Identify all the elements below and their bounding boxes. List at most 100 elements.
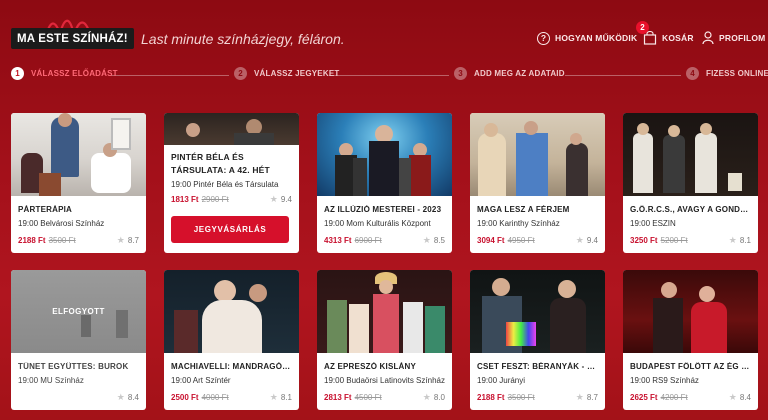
star-icon: ★ — [116, 235, 125, 245]
show-info: PÁRTERÁPIA 19:00 Belvárosi Színház 2188 … — [11, 196, 146, 246]
show-rating: ★ 8.0 — [423, 392, 445, 403]
site-header: MA ESTE SZÍNHÁZ! Last minute színházjegy… — [0, 0, 768, 62]
price-line: 2188 Ft 3500 Ft ★ 8.7 — [477, 392, 598, 403]
show-card[interactable]: MACHIAVELLI: MANDRAGÓRA 19:00 Art Színté… — [164, 270, 299, 410]
show-image — [470, 270, 605, 353]
show-title: MACHIAVELLI: MANDRAGÓRA — [171, 362, 292, 371]
show-info: AZ ILLÚZIÓ MESTEREI - 2023 19:00 Mom Kul… — [317, 196, 452, 246]
show-venue: 19:00 Art Színtér — [171, 376, 231, 385]
price-line: 3094 Ft 4950 Ft ★ 9.4 — [477, 235, 598, 246]
show-price: 2625 Ft — [630, 393, 658, 402]
show-info: MAGA LESZ A FÉRJEM 19:00 Karinthy Színhá… — [470, 196, 605, 246]
show-venue: 19:00 Jurányi — [477, 376, 526, 385]
show-image — [11, 113, 146, 196]
step-label: ADD MEG AZ ADATAID — [474, 69, 565, 78]
show-title: PÁRTERÁPIA — [18, 205, 73, 214]
show-title: BUDAPEST FÖLÖTT AZ ÉG - A MUSICAL — [630, 362, 751, 371]
show-card[interactable]: MAGA LESZ A FÉRJEM 19:00 Karinthy Színhá… — [470, 113, 605, 253]
star-icon: ★ — [422, 392, 431, 402]
show-price: 2188 Ft — [18, 236, 46, 245]
show-old-price: 4950 Ft — [507, 236, 535, 245]
checkout-steps: 1 VÁLASSZ ELŐADÁST 2 VÁLASSZ JEGYEKET 3 … — [0, 67, 768, 85]
buy-ticket-button[interactable]: JEGYVÁSÁRLÁS — [171, 216, 289, 243]
sold-out-label: ELFOGYOTT — [52, 307, 105, 316]
rating-value: 8.4 — [127, 393, 139, 402]
step-divider — [565, 75, 681, 76]
show-title: AZ ILLÚZIÓ MESTEREI - 2023 — [324, 205, 442, 214]
show-image — [623, 113, 758, 196]
show-old-price: 3500 Ft — [507, 393, 535, 402]
show-title: TÜNET EGYÜTTES: BUROK — [18, 362, 129, 371]
star-icon: ★ — [269, 194, 278, 204]
star-icon: ★ — [728, 392, 737, 402]
show-image — [470, 113, 605, 196]
show-venue: 19:00 Belvárosi Színház — [18, 219, 105, 228]
step-divider — [329, 75, 449, 76]
star-icon: ★ — [269, 392, 278, 402]
show-price: 2188 Ft — [477, 393, 505, 402]
step-1[interactable]: 1 VÁLASSZ ELŐADÁST — [11, 67, 118, 80]
show-old-price: 3500 Ft — [48, 236, 76, 245]
tagline: Last minute színházjegy, féláron. — [141, 31, 345, 47]
how-it-works-link[interactable]: ? HOGYAN MŰKÖDIK — [537, 28, 637, 48]
star-icon: ★ — [575, 235, 584, 245]
show-venue: 19:00 Mom Kulturális Központ — [324, 219, 431, 228]
show-card-sold-out[interactable]: ELFOGYOTT TÜNET EGYÜTTES: BUROK 19:00 MU… — [11, 270, 146, 410]
rating-value: 8.5 — [433, 236, 445, 245]
show-card[interactable]: AZ EPRESZÓ KISLÁNY 19:00 Budaörsi Latino… — [317, 270, 452, 410]
show-card-featured[interactable]: PINTÉR BÉLA ÉS TÁRSULATA: A 42. HÉT 19:0… — [164, 113, 299, 253]
price-line: ★ 8.4 — [18, 392, 139, 403]
show-image — [317, 270, 452, 353]
how-it-works-label: HOGYAN MŰKÖDIK — [555, 33, 638, 43]
show-venue: 19:00 Pintér Béla és Társulata — [171, 180, 279, 189]
show-card[interactable]: BUDAPEST FÖLÖTT AZ ÉG - A MUSICAL 19:00 … — [623, 270, 758, 410]
show-image — [164, 270, 299, 353]
show-price: 1813 Ft — [171, 195, 199, 204]
show-card[interactable]: G.Ö.R.C.S., AVAGY A GONDVISELÉS 19:00 ES… — [623, 113, 758, 253]
cart-link[interactable]: 2 KOSÁR — [636, 21, 694, 48]
rating-value: 9.4 — [280, 195, 292, 204]
show-price: 2500 Ft — [171, 393, 199, 402]
step-label: VÁLASSZ JEGYEKET — [254, 69, 340, 78]
rating-value: 8.1 — [739, 236, 751, 245]
cart-label: KOSÁR — [662, 33, 694, 43]
show-old-price: 5200 Ft — [660, 236, 688, 245]
step-3: 3 ADD MEG AZ ADATAID — [454, 67, 565, 80]
show-price: 3250 Ft — [630, 236, 658, 245]
star-icon: ★ — [728, 235, 737, 245]
show-rating: ★ 8.7 — [576, 392, 598, 403]
price-line: 2188 Ft 3500 Ft ★ 8.7 — [18, 235, 139, 246]
show-info: CSET FESZT: BÉRANYÁK - VÍGJÁTÉK 19:00 Ju… — [470, 353, 605, 403]
site-logo[interactable]: MA ESTE SZÍNHÁZ! — [11, 28, 134, 49]
show-image — [623, 270, 758, 353]
star-icon: ★ — [422, 235, 431, 245]
profile-link[interactable]: PROFILOM — [702, 28, 765, 48]
cart-count-badge: 2 — [636, 21, 649, 34]
show-title: PINTÉR BÉLA ÉS TÁRSULATA: A 42. HÉT — [171, 152, 270, 175]
show-title: MAGA LESZ A FÉRJEM — [477, 205, 570, 214]
show-old-price: 4500 Ft — [354, 393, 382, 402]
show-rating: ★ 8.1 — [270, 392, 292, 403]
show-info: TÜNET EGYÜTTES: BUROK 19:00 MU Színház ★… — [11, 353, 146, 403]
show-venue: 19:00 ESZIN — [630, 219, 676, 228]
profile-label: PROFILOM — [719, 33, 766, 43]
user-icon — [702, 31, 714, 45]
show-info: MACHIAVELLI: MANDRAGÓRA 19:00 Art Színté… — [164, 353, 299, 403]
show-info: G.Ö.R.C.S., AVAGY A GONDVISELÉS 19:00 ES… — [623, 196, 758, 246]
show-old-price: 4000 Ft — [201, 393, 229, 402]
price-line: 2500 Ft 4000 Ft ★ 8.1 — [171, 392, 292, 403]
cart-icon: 2 — [636, 21, 657, 45]
step-2: 2 VÁLASSZ JEGYEKET — [234, 67, 339, 80]
show-info: PINTÉR BÉLA ÉS TÁRSULATA: A 42. HÉT 19:0… — [164, 113, 299, 205]
show-title: G.Ö.R.C.S., AVAGY A GONDVISELÉS — [630, 205, 751, 214]
step-4: 4 FIZESS ONLINE — [686, 67, 768, 80]
show-card[interactable]: PÁRTERÁPIA 19:00 Belvárosi Színház 2188 … — [11, 113, 146, 253]
step-number: 4 — [686, 67, 699, 80]
price-line: 4313 Ft 6900 Ft ★ 8.5 — [324, 235, 445, 246]
show-venue: 19:00 MU Színház — [18, 376, 84, 385]
price-line: 3250 Ft 5200 Ft ★ 8.1 — [630, 235, 751, 246]
show-card[interactable]: AZ ILLÚZIÓ MESTEREI - 2023 19:00 Mom Kul… — [317, 113, 452, 253]
show-card[interactable]: CSET FESZT: BÉRANYÁK - VÍGJÁTÉK 19:00 Ju… — [470, 270, 605, 410]
show-rating: ★ 8.4 — [729, 392, 751, 403]
show-old-price: 4200 Ft — [660, 393, 688, 402]
